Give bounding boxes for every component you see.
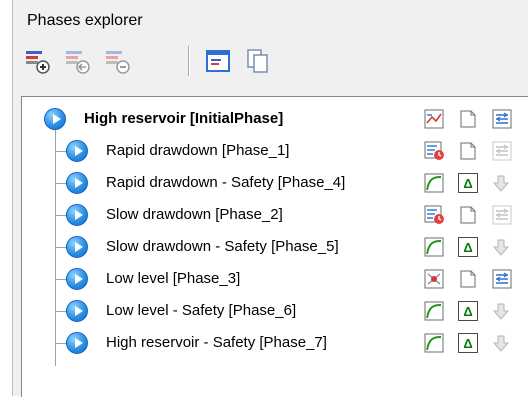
transient-flow-icon[interactable] (424, 141, 444, 161)
page-icon[interactable] (458, 141, 478, 161)
delta-icon[interactable]: Δ (458, 301, 478, 321)
settings-faint-icon[interactable] (492, 141, 512, 161)
phase-play-icon[interactable] (66, 140, 88, 162)
phase-row[interactable]: Rapid drawdown - Safety [Phase_4] Δ (22, 167, 528, 199)
phases-explorer-panel: Phases explorer High reservoir [InitialP… (12, 0, 528, 397)
page-icon[interactable] (458, 269, 478, 289)
steady-flow-icon[interactable] (424, 109, 444, 129)
phase-play-icon[interactable] (66, 204, 88, 226)
transient-flow-icon[interactable] (424, 205, 444, 225)
phase-play-icon[interactable] (66, 332, 88, 354)
phase-row[interactable]: High reservoir [InitialPhase] (22, 103, 528, 135)
arrow-down-faint-icon[interactable] (492, 333, 512, 353)
safety-curve-icon[interactable] (424, 173, 444, 193)
insert-phase-button[interactable] (61, 44, 95, 78)
insert-phase-icon (66, 51, 90, 74)
safety-curve-icon[interactable] (424, 333, 444, 353)
phase-row[interactable]: Rapid drawdown [Phase_1] (22, 135, 528, 167)
toolbar-separator (188, 46, 190, 76)
panel-title: Phases explorer (27, 12, 143, 29)
phase-label: High reservoir - Safety [Phase_7] (106, 334, 327, 351)
phase-play-icon[interactable] (66, 300, 88, 322)
safety-curve-icon[interactable] (424, 237, 444, 257)
arrow-down-faint-icon[interactable] (492, 237, 512, 257)
phases-tree: High reservoir [InitialPhase] Rapid drawd… (21, 96, 528, 397)
safety-curve-icon[interactable] (424, 301, 444, 321)
phase-label: Slow drawdown [Phase_2] (106, 206, 283, 223)
phase-label: Slow drawdown - Safety [Phase_5] (106, 238, 339, 255)
page-icon[interactable] (458, 109, 478, 129)
delete-phase-button[interactable] (101, 44, 135, 78)
phase-row[interactable]: Slow drawdown [Phase_2] (22, 199, 528, 231)
copy-phase-button[interactable] (241, 44, 275, 78)
settings-icon[interactable] (492, 109, 512, 129)
phase-window-icon (206, 50, 230, 72)
phase-play-icon[interactable] (66, 172, 88, 194)
settings-faint-icon[interactable] (492, 205, 512, 225)
add-phase-button[interactable] (21, 44, 55, 78)
phase-window-button[interactable] (201, 44, 235, 78)
delete-phase-icon (106, 51, 130, 74)
delta-icon[interactable]: Δ (458, 173, 478, 193)
phase-row[interactable]: Low level - Safety [Phase_6] Δ (22, 295, 528, 327)
delta-icon[interactable]: Δ (458, 333, 478, 353)
arrow-down-faint-icon[interactable] (492, 173, 512, 193)
add-phase-icon (26, 51, 50, 74)
phase-label: Rapid drawdown - Safety [Phase_4] (106, 174, 346, 191)
phase-label: Rapid drawdown [Phase_1] (106, 142, 290, 159)
phase-row[interactable]: Slow drawdown - Safety [Phase_5] Δ (22, 231, 528, 263)
phase-play-icon[interactable] (66, 236, 88, 258)
phases-toolbar (13, 42, 528, 82)
steady-state-icon[interactable] (424, 269, 444, 289)
phase-play-icon[interactable] (66, 268, 88, 290)
phase-row[interactable]: Low level [Phase_3] (22, 263, 528, 295)
phase-label: Low level - Safety [Phase_6] (106, 302, 297, 319)
page-icon[interactable] (458, 205, 478, 225)
delta-icon[interactable]: Δ (458, 237, 478, 257)
copy-phase-icon (247, 49, 268, 73)
settings-icon[interactable] (492, 269, 512, 289)
phase-row[interactable]: High reservoir - Safety [Phase_7] Δ (22, 327, 528, 359)
phase-play-icon[interactable] (44, 108, 66, 130)
arrow-down-faint-icon[interactable] (492, 301, 512, 321)
phase-label: High reservoir [InitialPhase] (84, 110, 284, 127)
phase-label: Low level [Phase_3] (106, 270, 241, 287)
